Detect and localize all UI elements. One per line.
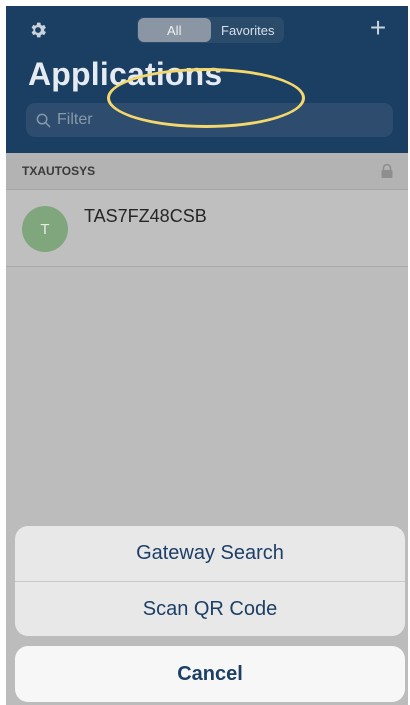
app-screen: All Favorites + Applications TXAUTOSYS T… [6,6,408,705]
list-item[interactable]: T TAS7FZ48CSB [6,190,408,267]
filter-field[interactable] [26,103,393,137]
navigation-header: All Favorites + Applications [6,6,408,153]
page-title: Applications [28,56,223,92]
filter-input[interactable] [55,110,379,130]
gear-icon [31,22,46,38]
lock-icon [381,163,393,178]
action-sheet: Gateway Search Scan QR Code [15,526,405,636]
segment-favorites[interactable]: Favorites [212,17,285,43]
application-name: TAS7FZ48CSB [84,206,207,226]
section-header: TXAUTOSYS [6,153,408,190]
settings-button[interactable] [26,18,50,42]
filter-segmented-control: All Favorites [137,17,284,43]
avatar: T [22,206,68,252]
gateway-search-button[interactable]: Gateway Search [15,526,405,581]
cancel-button[interactable]: Cancel [15,646,405,702]
search-icon [35,112,51,128]
add-application-button[interactable]: + [364,14,392,43]
segment-all[interactable]: All [138,18,211,42]
scan-qr-code-button[interactable]: Scan QR Code [15,582,405,636]
section-title: TXAUTOSYS [22,164,96,178]
